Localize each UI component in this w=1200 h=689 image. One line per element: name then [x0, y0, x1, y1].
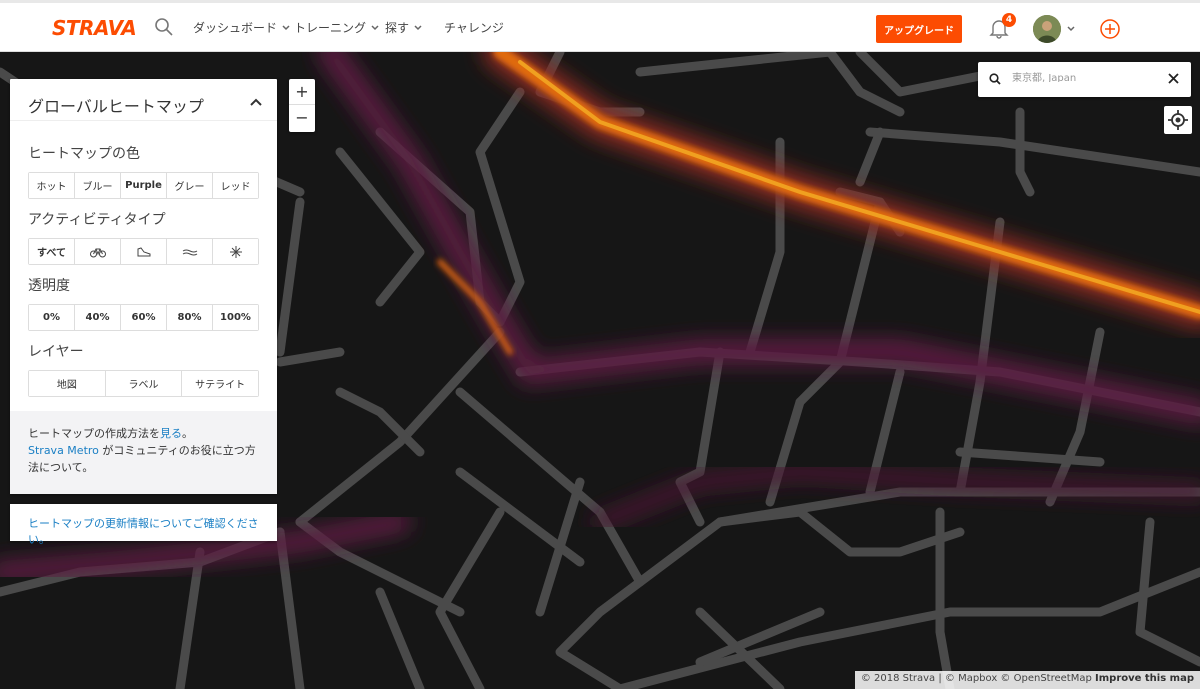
opacity-option-80[interactable]: 80%	[167, 305, 213, 330]
zoom-in-button[interactable]: +	[289, 79, 315, 105]
opacity-option-60[interactable]: 60%	[121, 305, 167, 330]
map-attribution: © 2018 Strava | © Mapbox © OpenStreetMap…	[854, 671, 1200, 689]
nav-explore[interactable]: 探す	[385, 19, 423, 36]
opacity-option-100[interactable]: 100%	[213, 305, 258, 330]
location-search-input[interactable]	[1012, 71, 1162, 82]
chevron-up-icon[interactable]	[249, 97, 263, 107]
panel-title: グローバルヒートマップ	[10, 79, 277, 121]
avatar[interactable]	[1033, 15, 1061, 43]
opacity-label: 透明度	[28, 278, 70, 294]
activity-type-label: アクティビティタイプ	[28, 212, 166, 228]
how-heatmap-made-text: ヒートマップの作成方法を見る。	[28, 425, 259, 442]
map-location-search	[978, 62, 1191, 97]
close-icon[interactable]	[1168, 73, 1179, 84]
strava-metro-link[interactable]: Strava Metro	[28, 444, 99, 457]
attribution-text: © 2018 Strava | © Mapbox © OpenStreetMap	[860, 673, 1092, 684]
activity-type-selector: すべて	[28, 238, 259, 265]
layer-option-satellite[interactable]: サテライト	[182, 371, 259, 396]
nav-explore-label: 探す	[385, 21, 410, 35]
layer-option-labels[interactable]: ラベル	[105, 371, 183, 396]
nav-challenges[interactable]: チャレンジ	[444, 19, 504, 36]
heatmap-settings-panel: グローバルヒートマップ ヒートマップの色 ホット ブルー Purple グレー …	[10, 79, 277, 494]
crosshair-icon	[1168, 110, 1188, 130]
color-option-purple[interactable]: Purple	[121, 173, 167, 198]
strava-metro-text: Strava Metro がコミュニティのお役に立つ方法について。	[28, 442, 259, 476]
locate-me-button[interactable]	[1164, 106, 1192, 134]
water-icon	[182, 249, 197, 255]
activity-option-run[interactable]	[121, 239, 167, 264]
chevron-down-icon[interactable]	[1066, 24, 1076, 34]
info-text: ヒートマップの作成方法を	[28, 427, 160, 440]
notification-badge: 4	[1002, 13, 1016, 27]
activity-option-water[interactable]	[167, 239, 213, 264]
bike-icon	[89, 248, 106, 257]
panel-title-text: グローバルヒートマップ	[28, 97, 204, 116]
nav-dashboard[interactable]: ダッシュボード	[193, 19, 291, 36]
upgrade-button[interactable]: アップグレード	[876, 15, 962, 43]
nav-training[interactable]: トレーニング	[294, 19, 380, 36]
zoom-out-button[interactable]: −	[289, 105, 315, 131]
layer-option-map[interactable]: 地図	[29, 371, 106, 396]
activity-option-all[interactable]: すべて	[29, 239, 75, 264]
top-nav-bar: STRAVA ダッシュボード トレーニング 探す チャレンジ アップグレード 4	[0, 0, 1200, 52]
zoom-controls: + −	[289, 79, 315, 132]
add-plus-icon[interactable]	[1099, 18, 1121, 40]
heatmap-color-label: ヒートマップの色	[28, 146, 140, 162]
activity-option-winter[interactable]	[213, 239, 258, 264]
color-option-gray[interactable]: グレー	[167, 173, 213, 198]
chevron-down-icon	[282, 24, 290, 30]
opacity-option-40[interactable]: 40%	[75, 305, 121, 330]
layer-label: レイヤー	[28, 344, 84, 360]
search-icon	[989, 73, 1001, 85]
color-option-red[interactable]: レッド	[213, 173, 258, 198]
run-shoe-icon	[137, 246, 150, 256]
panel-footer-info: ヒートマップの作成方法を見る。 Strava Metro がコミュニティのお役に…	[10, 411, 277, 494]
snowflake-icon	[229, 245, 242, 258]
opacity-selector: 0% 40% 60% 80% 100%	[28, 304, 259, 331]
color-option-hot[interactable]: ホット	[29, 173, 75, 198]
layer-selector: 地図 ラベル サテライト	[28, 370, 259, 397]
color-option-blue[interactable]: ブルー	[75, 173, 121, 198]
info-text-end: 。	[182, 427, 193, 440]
search-icon[interactable]	[154, 17, 174, 37]
strava-logo[interactable]: STRAVA	[52, 16, 137, 40]
heatmap-update-panel: ヒートマップの更新情報についてご確認ください。	[10, 504, 277, 546]
improve-map-link[interactable]: Improve this map	[1095, 673, 1194, 684]
see-link[interactable]: 見る	[160, 427, 182, 440]
heatmap-color-selector: ホット ブルー Purple グレー レッド	[28, 172, 259, 199]
activity-option-ride[interactable]	[75, 239, 121, 264]
nav-challenges-label: チャレンジ	[444, 21, 504, 35]
chevron-down-icon	[371, 24, 379, 30]
opacity-option-0[interactable]: 0%	[29, 305, 75, 330]
nav-training-label: トレーニング	[294, 21, 367, 35]
nav-dashboard-label: ダッシュボード	[193, 21, 278, 35]
chevron-down-icon	[414, 24, 422, 30]
